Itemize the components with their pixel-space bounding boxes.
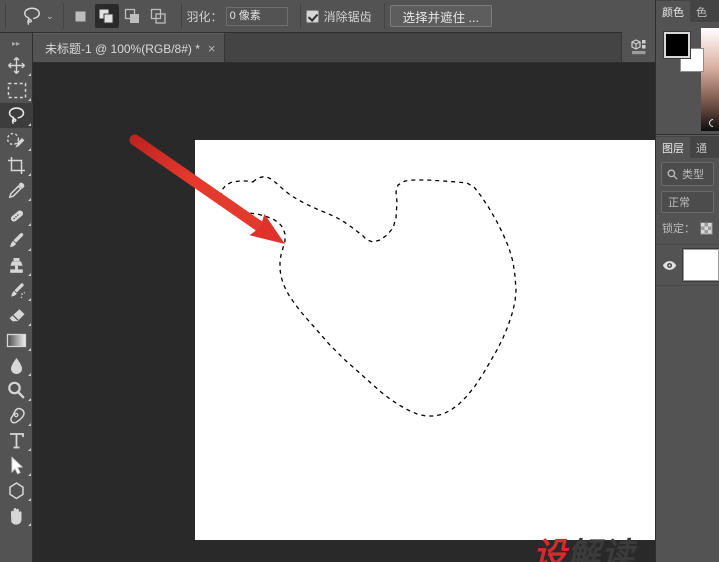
toolbar-collapse-handle[interactable]: ▸▸ xyxy=(0,33,32,53)
path-selection-tool[interactable] xyxy=(0,453,33,478)
document-tab-bar: 未标题-1 @ 100%(RGB/8#) * × xyxy=(33,32,655,63)
crop-tool[interactable] xyxy=(0,153,33,178)
layers-panel-tab-strip: 图层 通 xyxy=(656,135,719,158)
logo-char-red: 设 xyxy=(533,535,567,562)
right-docked-panels: 颜色 色 图层 通 类型 正常 锁定： xyxy=(655,0,719,562)
antialias-checkbox-group[interactable]: 消除锯齿 xyxy=(305,8,372,25)
foreground-color-swatch[interactable] xyxy=(663,31,691,59)
options-divider-4 xyxy=(299,3,301,29)
color-panel xyxy=(656,22,719,135)
tool-more-indicator xyxy=(28,298,31,301)
intersect-with-selection-button[interactable] xyxy=(147,4,171,28)
tool-more-indicator xyxy=(28,523,31,526)
color-ramp-strip[interactable] xyxy=(701,28,719,131)
options-bar: ⌄ 羽化： 0 像素 消除锯齿 选择并遮住 ... xyxy=(0,0,719,33)
tab-swatches[interactable]: 色 xyxy=(690,1,713,22)
tools-panel: ▸▸ xyxy=(0,33,33,562)
options-divider-5 xyxy=(383,3,385,29)
layer-filter-input[interactable]: 类型 xyxy=(661,162,714,186)
blur-tool[interactable] xyxy=(0,353,33,378)
tool-more-indicator xyxy=(28,498,31,501)
brush-tool[interactable] xyxy=(0,228,33,253)
dodge-tool[interactable] xyxy=(0,378,33,403)
color-ramp-cursor xyxy=(707,117,719,129)
quick-selection-tool[interactable] xyxy=(0,128,33,153)
tool-more-indicator xyxy=(28,348,31,351)
search-icon xyxy=(667,169,678,179)
tool-more-indicator xyxy=(28,173,31,176)
tool-more-indicator xyxy=(28,198,31,201)
options-divider-3 xyxy=(180,3,182,29)
pen-tool[interactable] xyxy=(0,403,33,428)
tool-more-indicator xyxy=(28,398,31,401)
options-divider xyxy=(5,3,6,29)
eye-icon[interactable] xyxy=(662,259,677,272)
tool-more-indicator xyxy=(28,148,31,151)
add-to-selection-button[interactable] xyxy=(94,4,119,28)
blend-mode-value: 正常 xyxy=(668,197,690,209)
lock-label: 锁定： xyxy=(662,223,695,235)
options-divider-2 xyxy=(62,3,64,29)
arrange-documents-icon xyxy=(630,39,645,55)
tool-preset-picker[interactable]: ⌄ xyxy=(11,5,58,27)
lock-controls-row: 锁定： xyxy=(656,217,719,239)
horizontal-type-tool[interactable] xyxy=(0,428,33,453)
tool-more-indicator xyxy=(28,373,31,376)
lock-transparent-pixels-icon[interactable] xyxy=(700,221,713,235)
tab-layers[interactable]: 图层 xyxy=(656,137,690,158)
image-canvas[interactable]: 设解读 shejiedu.com原创 禁止转载 xyxy=(195,140,655,562)
lasso-tool-icon xyxy=(21,5,43,27)
chevron-down-icon: ⌄ xyxy=(46,10,54,21)
tab-color[interactable]: 颜色 xyxy=(656,1,690,22)
new-selection-button[interactable] xyxy=(69,4,93,28)
blend-mode-select[interactable]: 正常 xyxy=(661,191,714,213)
eraser-tool[interactable] xyxy=(0,303,33,328)
tool-more-indicator xyxy=(28,273,31,276)
hand-tool[interactable] xyxy=(0,503,33,528)
close-icon[interactable]: × xyxy=(208,42,216,55)
layer-thumbnail[interactable] xyxy=(682,248,719,282)
tool-more-indicator xyxy=(28,323,31,326)
tool-more-indicator xyxy=(28,98,31,101)
site-logo-watermark: 设解读 xyxy=(533,528,635,562)
feather-label: 羽化： xyxy=(186,9,223,24)
tool-more-indicator xyxy=(28,423,31,426)
rectangular-marquee-tool[interactable] xyxy=(0,78,33,103)
layer-filter-placeholder: 类型 xyxy=(682,169,704,181)
document-tab-title: 未标题-1 @ 100%(RGB/8#) * xyxy=(45,41,200,56)
tab-bar-empty-space xyxy=(225,33,622,62)
layers-panel: 类型 正常 锁定： xyxy=(656,162,719,541)
logo-chars-gray: 解读 xyxy=(567,535,635,562)
history-brush-tool[interactable] xyxy=(0,278,33,303)
antialias-checkbox[interactable] xyxy=(305,9,319,23)
document-workspace[interactable]: 设解读 shejiedu.com原创 禁止转载 xyxy=(33,63,655,562)
layer-list-item[interactable] xyxy=(656,244,719,286)
move-tool[interactable] xyxy=(0,53,33,78)
tool-more-indicator xyxy=(28,73,31,76)
selection-mode-group xyxy=(69,4,171,28)
gradient-tool[interactable] xyxy=(0,328,33,353)
tab-channels[interactable]: 通 xyxy=(690,137,713,158)
feather-input[interactable]: 0 像素 xyxy=(225,6,288,26)
tool-more-indicator xyxy=(28,123,31,126)
clone-stamp-tool[interactable] xyxy=(0,253,33,278)
color-panel-tab-strip: 颜色 色 xyxy=(656,0,719,22)
polygon-shape-tool[interactable] xyxy=(0,478,33,503)
spot-healing-brush-tool[interactable] xyxy=(0,203,33,228)
tool-more-indicator xyxy=(28,248,31,251)
lasso-selection-marching-ants xyxy=(220,176,517,417)
photoshop-window: ⌄ 羽化： 0 像素 消除锯齿 选择并遮住 ... ▸▸ 未标题-1 @ 100… xyxy=(0,0,719,562)
tool-more-indicator xyxy=(28,448,31,451)
arrange-documents-button[interactable] xyxy=(621,32,655,62)
tool-more-indicator xyxy=(28,223,31,226)
lasso-tool[interactable] xyxy=(0,103,33,128)
layers-panel-empty-area xyxy=(656,286,719,541)
antialias-label: 消除锯齿 xyxy=(323,9,372,24)
subtract-from-selection-button[interactable] xyxy=(121,4,145,28)
document-tab[interactable]: 未标题-1 @ 100%(RGB/8#) * × xyxy=(33,33,225,62)
select-and-mask-button[interactable]: 选择并遮住 ... xyxy=(389,5,492,27)
eyedropper-tool[interactable] xyxy=(0,178,33,203)
tool-more-indicator xyxy=(28,473,31,476)
